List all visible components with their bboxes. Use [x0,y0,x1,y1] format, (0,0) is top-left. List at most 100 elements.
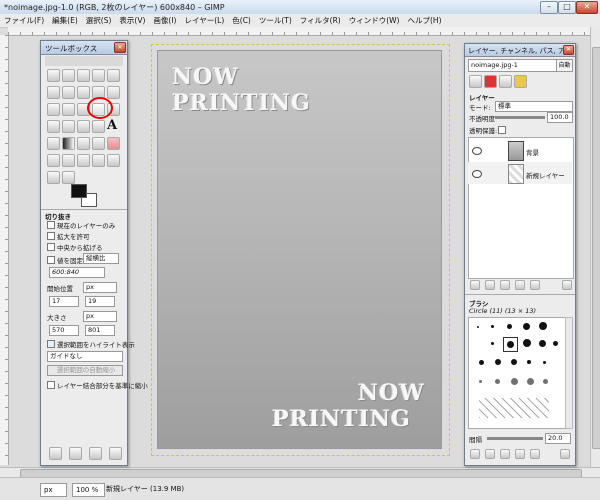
pencil-tool-icon[interactable] [77,137,90,150]
brush-item[interactable] [491,342,494,345]
menu-view[interactable]: 表示(V) [115,14,149,27]
fixed-checkbox[interactable] [47,256,55,264]
ratio-field[interactable]: 600:840 [49,267,105,278]
position-unit-select[interactable]: px [83,282,117,293]
lock-alpha-checkbox[interactable] [498,126,506,134]
ink-tool-icon[interactable] [62,154,75,167]
flip-tool-icon[interactable] [92,120,105,133]
brush-item[interactable] [495,359,501,365]
brush-item[interactable] [527,378,534,385]
delete-layer-icon[interactable] [562,280,572,290]
restore-options-icon[interactable] [69,447,82,460]
ellipse-select-tool-icon[interactable] [62,69,75,82]
free-select-tool-icon[interactable] [77,69,90,82]
brush-item[interactable] [523,339,531,347]
brush-item[interactable] [511,359,517,365]
close-button[interactable]: ✕ [576,1,598,14]
highlight-checkbox[interactable] [47,340,55,348]
horizontal-ruler[interactable] [8,27,590,36]
brush-item[interactable] [507,324,512,329]
expand-center-checkbox[interactable] [47,243,55,251]
visibility-eye-icon[interactable] [472,147,482,155]
paintbrush-tool-icon[interactable] [92,137,105,150]
menu-edit[interactable]: 編集(E) [48,14,82,27]
menu-image[interactable]: 画像(I) [149,14,180,27]
bucket-fill-tool-icon[interactable] [47,137,60,150]
layer-row-background[interactable]: 背景 [468,139,572,161]
foreground-color-swatch[interactable] [71,184,87,198]
maximize-button[interactable]: □ [558,1,576,14]
perspective-clone-tool-icon[interactable] [107,154,120,167]
size-height-field[interactable]: 801 [85,325,115,336]
brush-item[interactable] [479,398,549,418]
move-tool-icon[interactable] [62,103,75,116]
brush-item[interactable] [491,325,494,328]
eraser-tool-icon[interactable] [107,137,120,150]
position-y-field[interactable]: 19 [85,296,115,307]
toolbox-title-bar[interactable]: ツールボックス ✕ [41,41,127,55]
open-brush-icon[interactable] [560,449,570,459]
allow-grow-checkbox[interactable] [47,232,55,240]
auto-shrink-button[interactable]: 選択範囲の自動縮小 [47,365,123,376]
guides-select[interactable]: ガイドなし [47,351,123,362]
brush-item[interactable] [539,340,546,347]
opacity-field[interactable]: 100.0 [547,112,573,123]
delete-brush-icon[interactable] [515,449,525,459]
airbrush-tool-icon[interactable] [47,154,60,167]
size-width-field[interactable]: 570 [49,325,79,336]
scale-tool-icon[interactable] [47,120,60,133]
brush-item[interactable] [511,378,518,385]
shear-tool-icon[interactable] [62,120,75,133]
dodge-burn-tool-icon[interactable] [62,171,75,184]
color-select-tool-icon[interactable] [107,69,120,82]
channels-tab-icon[interactable] [484,75,497,88]
spacing-slider[interactable] [487,437,543,440]
duplicate-layer-icon[interactable] [515,280,525,290]
vertical-scrollbar[interactable] [590,27,600,467]
brush-grid[interactable] [468,317,566,429]
brush-item[interactable] [543,379,548,384]
image-select[interactable]: noimage.jpg-1 [468,59,557,72]
zoom-tool-icon[interactable] [107,86,120,99]
raise-layer-icon[interactable] [485,280,495,290]
edit-brush-icon[interactable] [470,449,480,459]
unit-select[interactable]: px [40,483,67,497]
shrink-merged-checkbox[interactable] [47,381,55,389]
zoom-select[interactable]: 100 % [72,483,105,497]
text-tool-icon[interactable]: A [107,118,117,133]
vertical-ruler[interactable] [0,35,9,465]
fuzzy-select-tool-icon[interactable] [92,69,105,82]
menu-file[interactable]: ファイル(F) [0,14,48,27]
brush-item[interactable] [479,380,482,383]
save-options-icon[interactable] [49,447,62,460]
scissors-tool-icon[interactable] [47,86,60,99]
anchor-layer-icon[interactable] [530,280,540,290]
visibility-eye-icon[interactable] [472,170,482,178]
mode-select[interactable]: 標準 [495,101,573,112]
menu-colors[interactable]: 色(C) [228,14,255,27]
delete-options-icon[interactable] [89,447,102,460]
brush-item[interactable] [527,360,531,364]
brush-item[interactable] [539,322,547,330]
reset-options-icon[interactable] [109,447,122,460]
brush-item[interactable] [543,361,546,364]
brush-item[interactable] [523,323,530,330]
minimize-button[interactable]: – [540,1,558,14]
position-x-field[interactable]: 17 [49,296,79,307]
new-layer-icon[interactable] [470,280,480,290]
auto-button[interactable]: 自動 [556,59,573,72]
current-layer-only-checkbox[interactable] [47,221,55,229]
spacing-field[interactable]: 20.0 [545,433,571,444]
menu-help[interactable]: ヘルプ(H) [404,14,446,27]
duplicate-brush-icon[interactable] [500,449,510,459]
menu-filters[interactable]: フィルタ(R) [296,14,345,27]
foreground-select-tool-icon[interactable] [62,86,75,99]
fixed-mode-select[interactable]: 縦横比 [83,253,119,264]
toolbox-close-button[interactable]: ✕ [114,42,126,53]
selected-brush[interactable] [503,337,518,352]
clone-tool-icon[interactable] [77,154,90,167]
brush-grid-scrollbar[interactable] [565,317,573,429]
smudge-tool-icon[interactable] [47,171,60,184]
measure-tool-icon[interactable] [47,103,60,116]
image-canvas[interactable]: NOW PRINTING NOW PRINTING [158,51,441,448]
